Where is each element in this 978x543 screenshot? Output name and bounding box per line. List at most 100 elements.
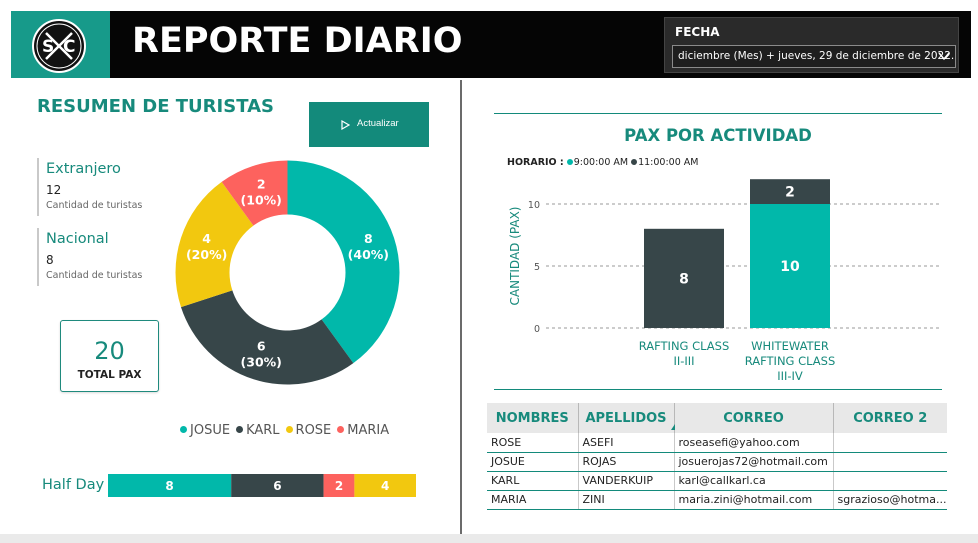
schedule-legend: HORARIO : 9:00:00 AM 11:00:00 AM	[507, 157, 698, 168]
y-tick-label: 0	[534, 324, 540, 335]
y-tick-label: 5	[534, 262, 540, 273]
half-day-stacked-bar: 8 6 2 4	[108, 474, 416, 497]
legend-dot	[631, 159, 638, 165]
table-row: MARIA ZINI maria.zini@hotmail.com sgrazi…	[487, 490, 947, 510]
col-header-correo[interactable]: CORREO	[674, 403, 834, 433]
refresh-button-label: Actualizar	[357, 118, 399, 129]
page-title: REPORTE DIARIO	[132, 21, 463, 61]
half-day-segment-label: 8	[165, 479, 173, 493]
date-filter: FECHA diciembre (Mes) + jueves, 29 de di…	[664, 17, 959, 73]
divider-line	[494, 389, 942, 390]
y-axis-title: CANTIDAD (PAX)	[508, 207, 522, 306]
national-tourists-card: Nacional 8 Cantidad de turistas	[37, 228, 142, 286]
cell-apellido: ASEFI	[578, 433, 675, 453]
card-title: Nacional	[46, 231, 109, 247]
tourists-table: NOMBRES APELLIDOS CORREO CORREO 2 ROSE A…	[487, 403, 947, 510]
x-category-label: RAFTING CLASS	[639, 339, 730, 353]
donut-percent-label: (20%)	[186, 247, 227, 262]
cell-correo-2: sgrazioso@hotma...	[833, 490, 947, 510]
x-category-label: RAFTING CLASS	[745, 354, 836, 368]
table-row: KARL VANDERKUIP karl@callkarl.ca	[487, 471, 947, 491]
legend-label: ROSE	[295, 423, 332, 438]
x-category-label: II-III	[673, 354, 694, 368]
bar-data-label: 10	[780, 259, 800, 275]
donut-legend: JOSUE KARL ROSE MARIA	[180, 423, 395, 438]
play-icon	[341, 120, 350, 130]
legend-dot	[566, 159, 573, 165]
cell-correo: karl@callkarl.ca	[674, 471, 834, 491]
table-row: JOSUE ROJAS josuerojas72@hotmail.com	[487, 452, 947, 472]
schedule-legend-item[interactable]: 11:00:00 AM	[638, 157, 698, 168]
col-header-label: APELLIDOS	[585, 410, 667, 426]
col-header-apellidos[interactable]: APELLIDOS	[578, 403, 679, 433]
donut-value-label: 2	[257, 177, 266, 192]
legend-item-maria[interactable]: MARIA	[337, 423, 389, 438]
activity-chart-title: PAX POR ACTIVIDAD	[624, 126, 812, 145]
cell-correo-2	[833, 433, 947, 453]
divider-line	[494, 113, 942, 114]
donut-percent-label: (40%)	[348, 247, 389, 262]
legend-label: KARL	[246, 423, 280, 438]
legend-dot	[180, 426, 187, 433]
cell-nombre: ROSE	[487, 433, 579, 453]
panel-divider	[460, 80, 462, 535]
x-category-label: III-IV	[777, 369, 803, 383]
donut-percent-label: (10%)	[241, 193, 282, 208]
half-day-label: Half Day	[42, 477, 105, 493]
legend-dot	[285, 426, 293, 433]
card-value: 8	[46, 253, 54, 267]
refresh-button[interactable]: Actualizar	[309, 102, 429, 147]
donut-slice-karl[interactable]	[180, 290, 354, 385]
half-day-segment-label: 2	[335, 479, 343, 493]
col-header-nombres[interactable]: NOMBRES	[487, 403, 579, 433]
logo-letter-s: S	[42, 37, 54, 57]
guide-donut-chart: 8(40%) 6(30%) 4(20%) 2(10%)	[175, 160, 400, 385]
donut-value-label: 4	[202, 231, 211, 246]
table-header-row: NOMBRES APELLIDOS CORREO CORREO 2	[487, 403, 947, 433]
cell-nombre: MARIA	[487, 490, 579, 510]
half-day-segment-label: 4	[381, 479, 389, 493]
chevron-down-icon	[938, 52, 950, 61]
cell-correo: maria.zini@hotmail.com	[674, 490, 834, 510]
legend-dot	[236, 426, 244, 433]
date-filter-label: FECHA	[675, 25, 720, 39]
card-subtitle: Cantidad de turistas	[46, 200, 143, 211]
kpi-value: 20	[94, 337, 125, 365]
total-pax-kpi: 20 TOTAL PAX	[60, 320, 159, 392]
legend-item-josue[interactable]: JOSUE	[180, 423, 230, 438]
donut-value-label: 6	[257, 338, 266, 353]
logo-area: S C	[11, 11, 110, 78]
logo-letter-c: C	[63, 37, 75, 57]
cell-correo: josuerojas72@hotmail.com	[674, 452, 834, 472]
cell-correo: roseasefi@yahoo.com	[674, 433, 834, 453]
schedule-legend-title: HORARIO :	[507, 157, 564, 168]
cell-nombre: KARL	[487, 471, 579, 491]
donut-value-label: 8	[364, 231, 373, 246]
report-header: S C REPORTE DIARIO FECHA diciembre (Mes)…	[11, 11, 971, 78]
legend-label: JOSUE	[190, 423, 231, 438]
legend-item-rose[interactable]: ROSE	[285, 423, 332, 438]
legend-dot	[337, 426, 345, 433]
foreign-tourists-card: Extranjero 12 Cantidad de turistas	[37, 158, 142, 216]
bar-data-label: 8	[679, 271, 689, 287]
card-subtitle: Cantidad de turistas	[46, 270, 143, 281]
donut-percent-label: (30%)	[241, 354, 282, 369]
card-value: 12	[46, 183, 62, 197]
date-filter-dropdown[interactable]: diciembre (Mes) + jueves, 29 de diciembr…	[672, 45, 956, 68]
company-logo: S C	[32, 19, 86, 73]
x-category-label: WHITEWATER	[751, 339, 829, 353]
activity-bar-chart: CANTIDAD (PAX)05108RAFTING CLASSII-III10…	[508, 179, 942, 383]
kpi-label: TOTAL PAX	[77, 369, 142, 381]
cell-correo-2	[833, 471, 947, 491]
cell-nombre: JOSUE	[487, 452, 579, 472]
legend-label: MARIA	[347, 423, 390, 438]
y-tick-label: 10	[528, 200, 540, 211]
card-title: Extranjero	[46, 161, 121, 177]
half-day-segment-label: 6	[273, 479, 281, 493]
legend-item-karl[interactable]: KARL	[236, 423, 280, 438]
col-header-correo-2[interactable]: CORREO 2	[833, 403, 947, 433]
cell-apellido: ROJAS	[578, 452, 675, 472]
schedule-legend-item[interactable]: 9:00:00 AM	[574, 157, 628, 168]
cell-apellido: VANDERKUIP	[578, 471, 675, 491]
cell-apellido: ZINI	[578, 490, 675, 510]
